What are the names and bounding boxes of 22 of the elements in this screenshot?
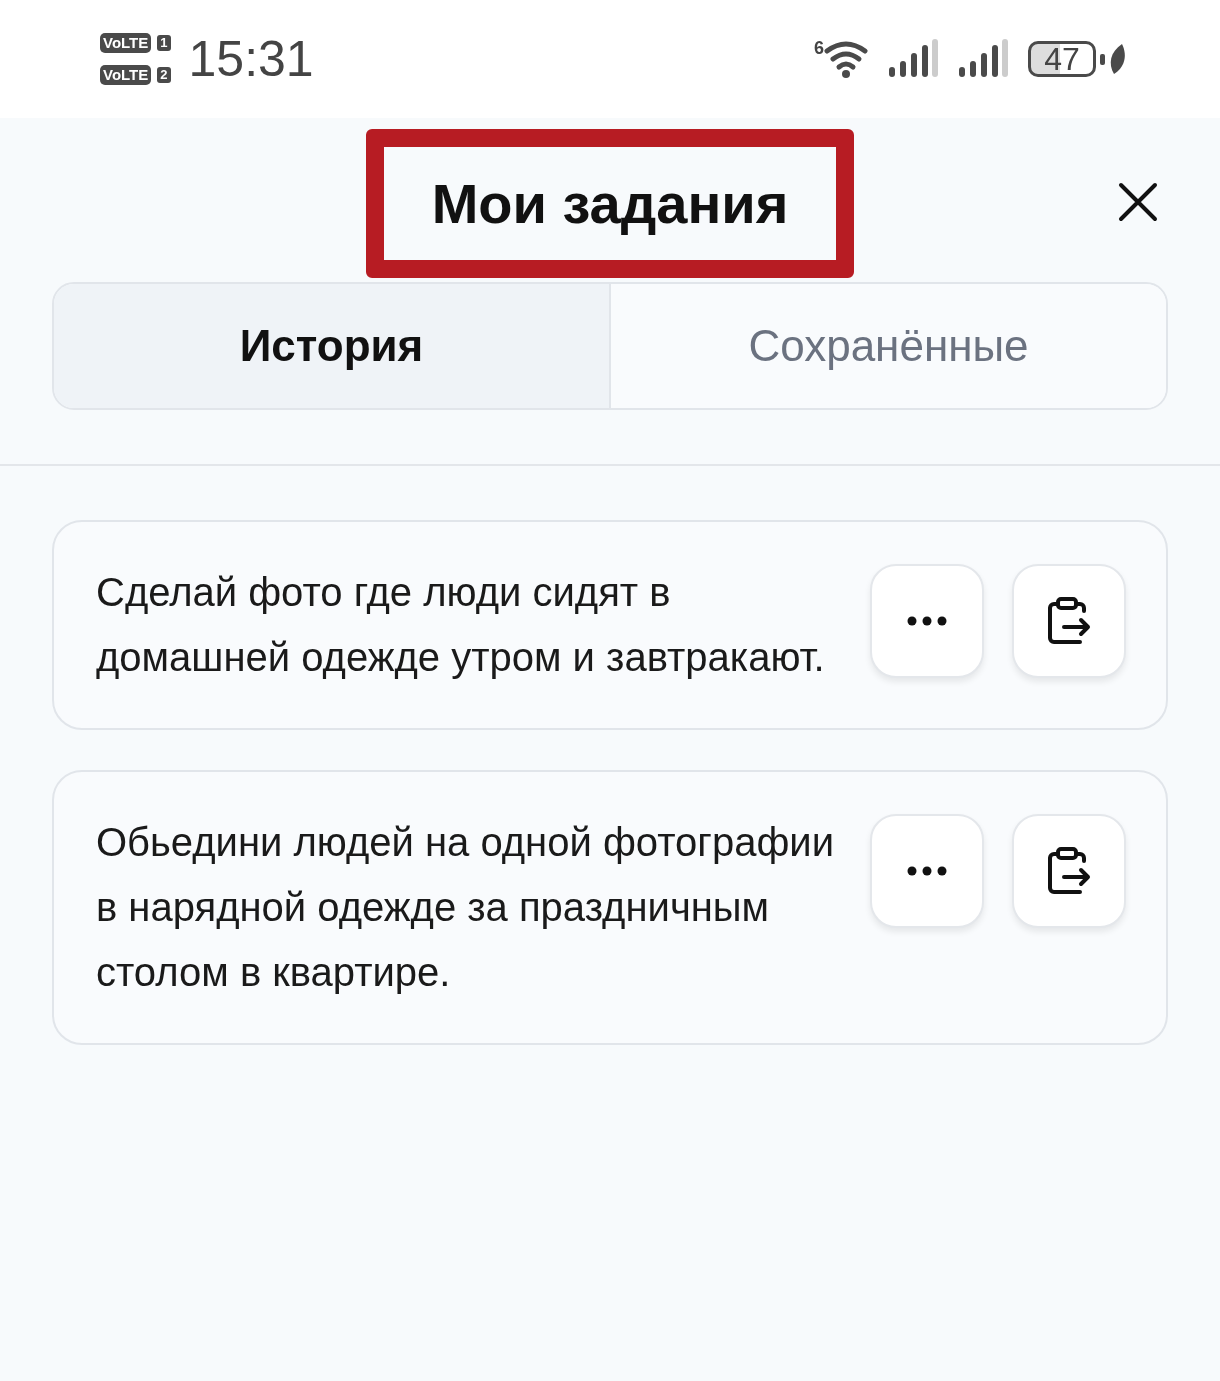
- wifi-icon: [824, 39, 868, 79]
- export-button[interactable]: [1012, 814, 1126, 928]
- volte-badge: VoLTE: [100, 33, 152, 53]
- clock: 15:31: [188, 30, 314, 88]
- clipboard-export-icon: [1046, 597, 1092, 645]
- task-text: Сделай фото где люди сидят в домашней одежде утром и завтракают.: [96, 569, 826, 681]
- clipboard-export-icon: [1046, 847, 1092, 895]
- tab[interactable]: Сохранённые: [609, 284, 1166, 408]
- more-icon: [907, 866, 947, 876]
- page-title: Мои задания: [365, 128, 855, 278]
- sim-slot-badge: 1: [157, 35, 171, 51]
- more-icon: [907, 616, 947, 626]
- volte-badge: VoLTE: [100, 65, 152, 85]
- export-button[interactable]: [1012, 564, 1126, 678]
- battery-level: 47: [1028, 41, 1096, 77]
- close-icon[interactable]: [1118, 182, 1158, 222]
- tab[interactable]: История: [54, 284, 609, 408]
- signal-icon: [958, 39, 1008, 79]
- wifi-label: 6: [814, 39, 824, 57]
- signal-icon: [888, 39, 938, 79]
- sim-slot-badge: 2: [157, 67, 171, 83]
- task-text: Обьедини людей на одной фотографии в нарядной одежде за праздничным столом в квартире.: [96, 819, 835, 996]
